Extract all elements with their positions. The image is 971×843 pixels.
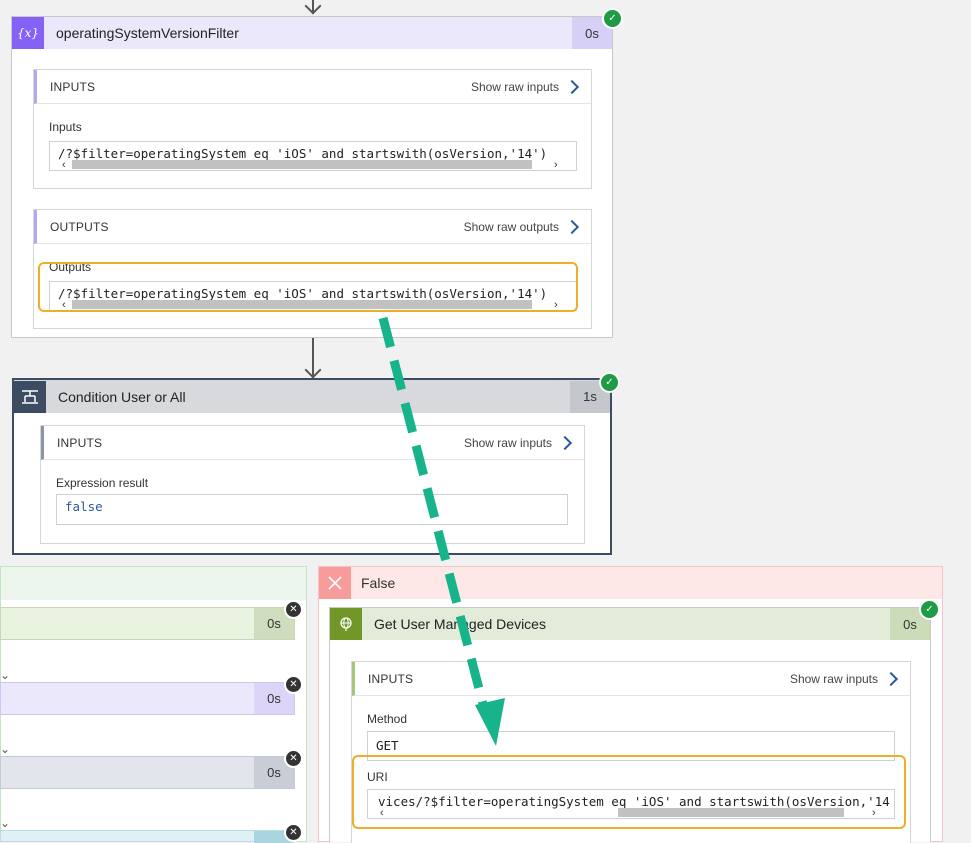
show-raw-inputs-link[interactable]: Show raw inputs bbox=[790, 672, 878, 686]
http-action-header[interactable]: Get User Managed Devices 0s bbox=[330, 608, 930, 640]
chevron-right-icon[interactable] bbox=[564, 79, 580, 94]
http-inputs-header: INPUTS Show raw inputs bbox=[352, 662, 910, 696]
scroll-left-arrow[interactable]: ‹ bbox=[62, 160, 66, 171]
outputs-panel-header: OUTPUTS Show raw outputs bbox=[34, 210, 591, 244]
inputs-header-label: INPUTS bbox=[57, 435, 103, 450]
expression-result-box[interactable]: false bbox=[56, 494, 568, 525]
false-branch-header: False bbox=[319, 567, 942, 599]
scroll-right-arrow[interactable]: › bbox=[554, 160, 558, 171]
method-value-text: GET bbox=[376, 738, 399, 753]
true-branch-action-3[interactable]: 0s bbox=[0, 756, 295, 789]
false-branch-title: False bbox=[361, 575, 396, 591]
horizontal-scrollbar-thumb[interactable] bbox=[72, 160, 532, 169]
inputs-value-box[interactable]: /?$filter=operatingSystem eq 'iOS' and s… bbox=[49, 141, 577, 171]
outputs-highlight-frame bbox=[38, 262, 578, 312]
failed-x-icon: ✕ bbox=[284, 749, 303, 768]
curly-braces-icon: {𝑥} bbox=[12, 17, 44, 49]
expression-result-label: Expression result bbox=[56, 476, 149, 490]
failed-x-icon: ✕ bbox=[284, 823, 303, 842]
condition-inputs-panel: INPUTS Show raw inputs Expression result… bbox=[40, 425, 585, 544]
true-branch-action-4[interactable] bbox=[0, 830, 295, 843]
compose-action-title: operatingSystemVersionFilter bbox=[56, 25, 239, 41]
failed-x-icon: ✕ bbox=[284, 675, 303, 694]
condition-action-title: Condition User or All bbox=[58, 388, 186, 405]
show-raw-inputs-link[interactable]: Show raw inputs bbox=[464, 436, 552, 450]
close-x-icon bbox=[319, 567, 351, 599]
show-raw-inputs-link[interactable]: Show raw inputs bbox=[471, 80, 559, 94]
true-branch-action-2[interactable]: 0s bbox=[0, 682, 295, 715]
inputs-header-label: INPUTS bbox=[50, 79, 96, 94]
condition-action-header[interactable]: Condition User or All 1s bbox=[14, 380, 610, 413]
condition-action-card[interactable]: Condition User or All 1s INPUTS Show raw… bbox=[12, 378, 612, 555]
method-label: Method bbox=[367, 712, 408, 726]
show-raw-outputs-link[interactable]: Show raw outputs bbox=[464, 220, 559, 234]
success-check-icon: ✓ bbox=[602, 8, 623, 29]
connector-arrowhead-top bbox=[304, 0, 322, 15]
expression-result-value: false bbox=[65, 499, 103, 514]
chevron-right-icon[interactable] bbox=[883, 671, 899, 686]
condition-icon bbox=[14, 380, 46, 413]
compose-action-header[interactable]: {𝑥} operatingSystemVersionFilter 0s bbox=[12, 17, 612, 49]
branch-chevron-icon: ⌄ bbox=[0, 668, 11, 682]
uri-highlight-frame bbox=[352, 755, 906, 829]
connector-arrowhead bbox=[304, 361, 322, 379]
globe-icon-glyph bbox=[340, 617, 352, 631]
inputs-panel-header: INPUTS Show raw inputs bbox=[34, 70, 591, 104]
inputs-value-text: /?$filter=operatingSystem eq 'iOS' and s… bbox=[58, 146, 548, 161]
branch-chevron-icon: ⌄ bbox=[0, 816, 11, 830]
true-branch-action-1[interactable]: 0s bbox=[0, 607, 295, 640]
inputs-panel: INPUTS Show raw inputs Inputs /?$filter=… bbox=[33, 69, 592, 189]
success-check-icon: ✓ bbox=[919, 599, 940, 620]
inputs-header-label: INPUTS bbox=[368, 671, 414, 686]
globe-icon bbox=[330, 608, 362, 640]
condition-icon-glyph bbox=[22, 389, 38, 404]
branch-chevron-icon: ⌄ bbox=[0, 742, 11, 756]
http-action-title: Get User Managed Devices bbox=[374, 616, 546, 632]
outputs-header-label: OUTPUTS bbox=[50, 219, 109, 234]
inputs-field-label: Inputs bbox=[49, 120, 82, 134]
chevron-right-icon[interactable] bbox=[564, 219, 580, 234]
failed-x-icon: ✕ bbox=[284, 600, 303, 619]
chevron-right-icon[interactable] bbox=[557, 435, 573, 450]
success-check-icon: ✓ bbox=[599, 372, 620, 393]
condition-inputs-header: INPUTS Show raw inputs bbox=[41, 426, 584, 460]
true-branch-header bbox=[1, 567, 306, 600]
